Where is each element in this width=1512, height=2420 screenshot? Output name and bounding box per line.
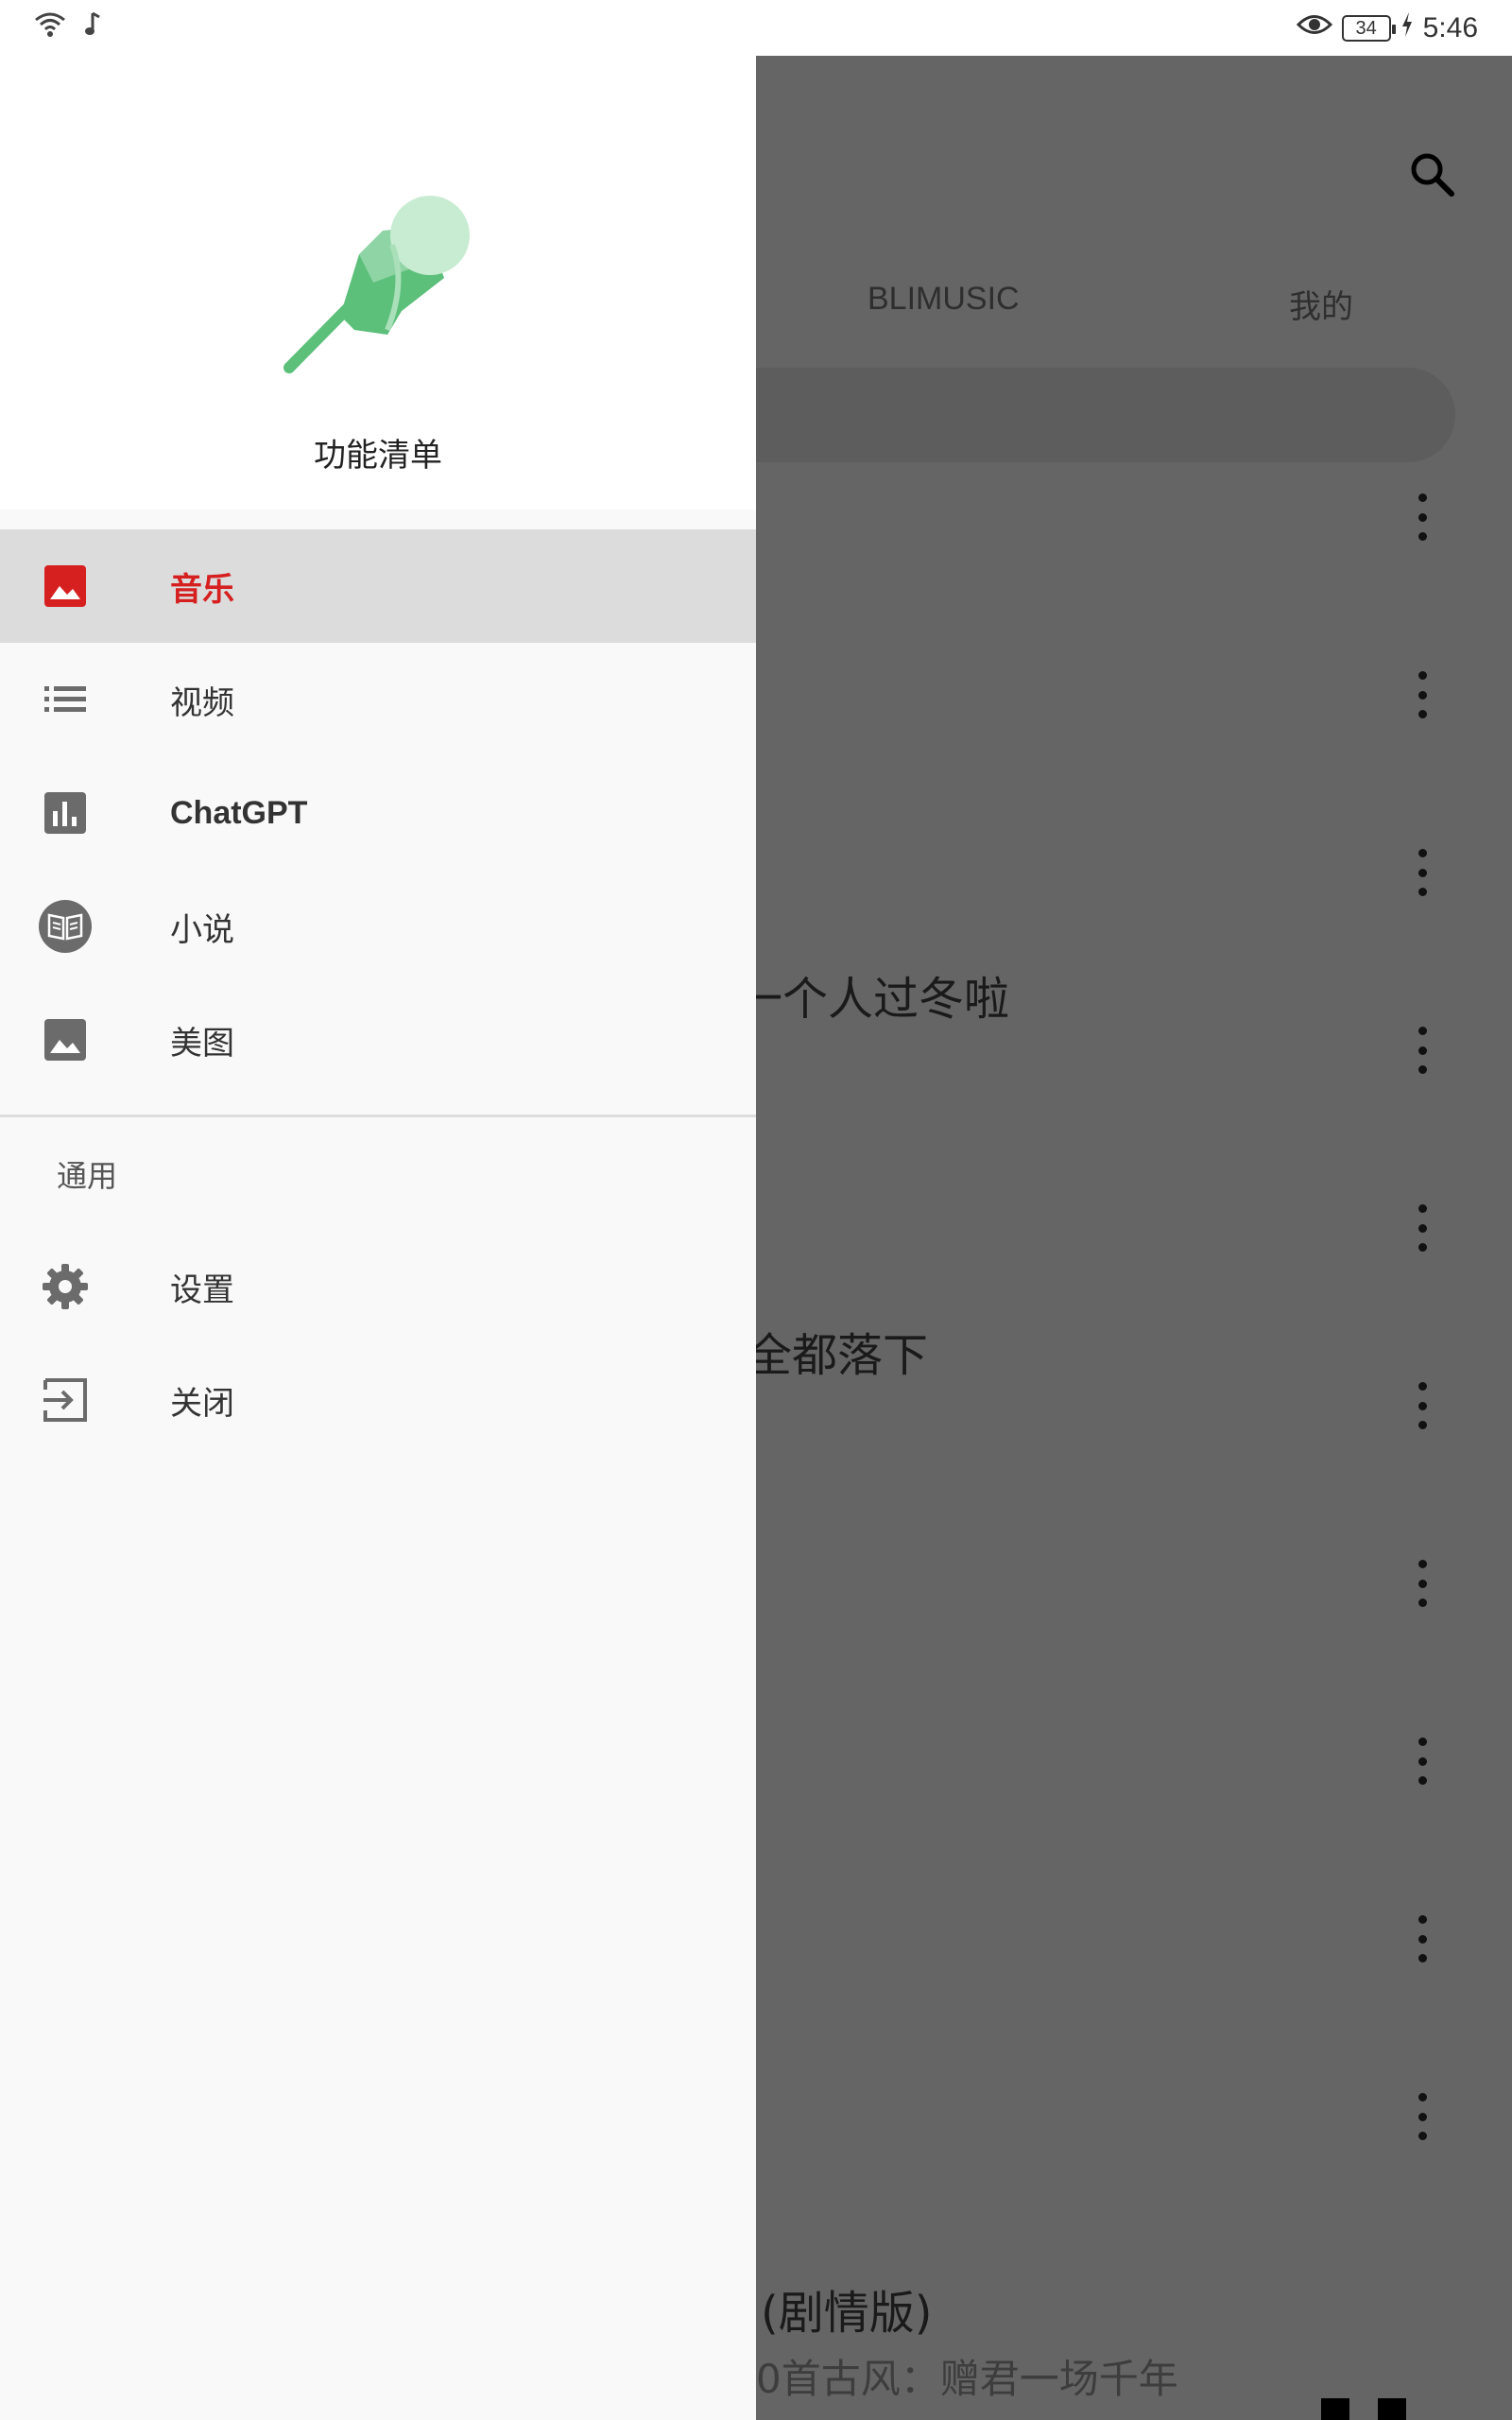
menu-item-pictures[interactable]: 美图 bbox=[0, 983, 756, 1097]
now-playing-title[interactable]: (剧情版) bbox=[761, 2275, 932, 2342]
menu-item-close[interactable]: 关闭 bbox=[0, 1343, 756, 1457]
menu-item-label: 设置 bbox=[170, 1270, 234, 1309]
more-icon[interactable] bbox=[1412, 1027, 1433, 1074]
more-icon[interactable] bbox=[1412, 1560, 1433, 1607]
now-playing-subtitle: 0首古风：赠君一场千年 bbox=[756, 2356, 1178, 2402]
more-icon[interactable] bbox=[1412, 1382, 1433, 1429]
menu-item-video[interactable]: 视频 bbox=[0, 643, 756, 756]
menu-item-novel[interactable]: 小说 bbox=[0, 870, 756, 983]
status-bar: 34 5:46 bbox=[0, 0, 1512, 56]
search-icon[interactable] bbox=[1408, 150, 1455, 201]
background-search-bar[interactable] bbox=[662, 368, 1455, 462]
menu-item-label: ChatGPT bbox=[170, 794, 308, 831]
menu-item-label: 关闭 bbox=[170, 1384, 234, 1423]
more-icon[interactable] bbox=[1412, 1204, 1433, 1252]
menu-item-label: 小说 bbox=[170, 910, 234, 949]
section-title-general: 通用 bbox=[57, 1158, 118, 1194]
menu-item-label: 音乐 bbox=[170, 570, 234, 609]
battery-icon: 34 bbox=[1341, 15, 1396, 42]
image-icon bbox=[38, 1012, 93, 1067]
more-icon[interactable] bbox=[1412, 493, 1433, 541]
bar-chart-icon bbox=[38, 786, 93, 840]
drawer-title: 功能清单 bbox=[314, 437, 442, 475]
charging-icon bbox=[1400, 11, 1414, 45]
list-icon bbox=[38, 672, 93, 727]
more-icon[interactable] bbox=[1412, 2093, 1433, 2140]
menu-item-label: 视频 bbox=[170, 683, 234, 722]
menu-item-label: 美图 bbox=[170, 1024, 234, 1063]
more-icon[interactable] bbox=[1412, 849, 1433, 896]
more-icon[interactable] bbox=[1412, 1737, 1433, 1785]
tab-mine[interactable]: 我的 bbox=[1289, 281, 1353, 327]
more-icon[interactable] bbox=[1412, 1915, 1433, 1962]
drawer-header: 功能清单 bbox=[0, 56, 756, 510]
battery-level: 34 bbox=[1355, 17, 1377, 39]
pause-icon[interactable] bbox=[1321, 2398, 1406, 2420]
music-note-icon bbox=[83, 11, 102, 42]
divider bbox=[0, 1115, 756, 1117]
menu-item-settings[interactable]: 设置 bbox=[0, 1230, 756, 1343]
song-title[interactable]: 一个人过冬啦 bbox=[737, 961, 1009, 1028]
navigation-drawer: 功能清单 音乐 视频 ChatGPT 小说 美图 通用 设置 关闭 bbox=[0, 56, 756, 2420]
tab-blimusic[interactable]: BLIMUSIC bbox=[868, 281, 1020, 318]
more-icon[interactable] bbox=[1412, 671, 1433, 718]
book-icon bbox=[38, 899, 93, 954]
status-time: 5:46 bbox=[1422, 12, 1478, 43]
song-title[interactable]: 全都落下 bbox=[747, 1318, 928, 1384]
gear-icon bbox=[38, 1259, 93, 1314]
menu-item-music[interactable]: 音乐 bbox=[0, 529, 756, 643]
feather-logo-icon bbox=[284, 188, 482, 429]
eye-icon bbox=[1296, 12, 1332, 44]
menu-item-chatgpt[interactable]: ChatGPT bbox=[0, 756, 756, 870]
image-icon bbox=[38, 559, 93, 614]
exit-icon bbox=[38, 1373, 93, 1427]
wifi-icon bbox=[34, 11, 66, 42]
